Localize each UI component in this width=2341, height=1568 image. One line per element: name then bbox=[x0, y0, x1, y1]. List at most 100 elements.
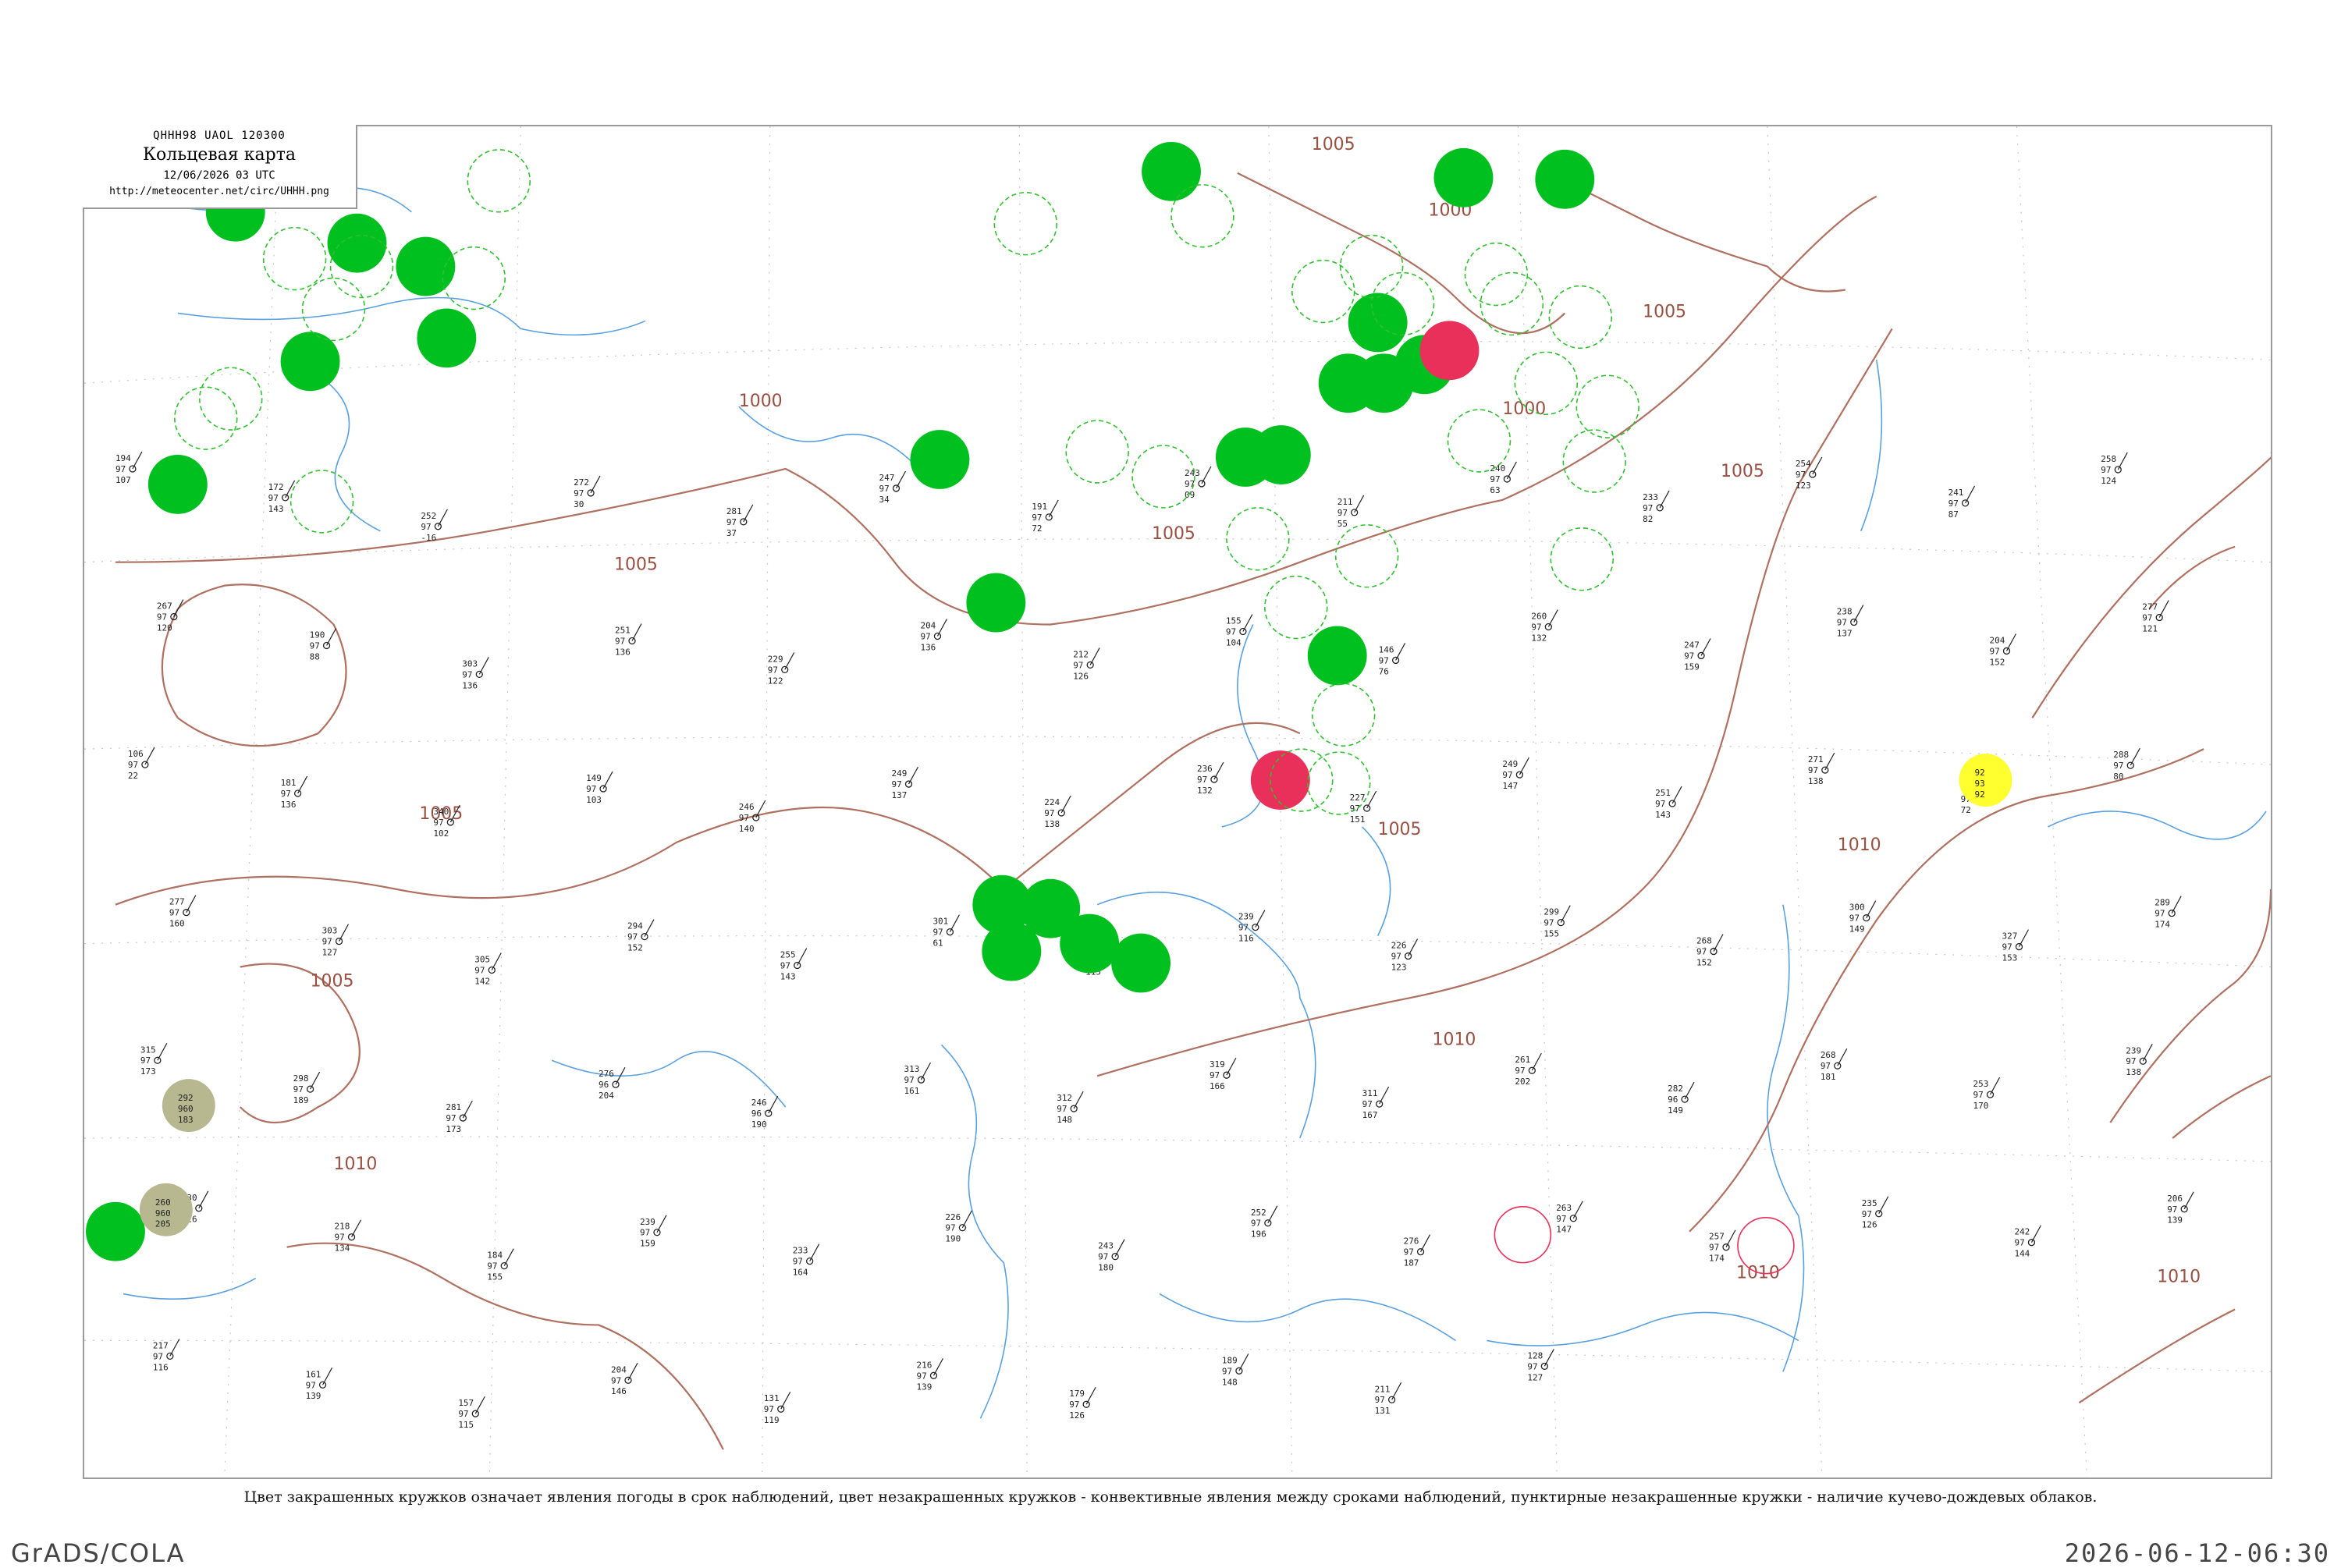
station-dewpoint: 61 bbox=[932, 938, 943, 949]
wind-barb bbox=[961, 1210, 972, 1229]
station-temperature: 277 bbox=[2142, 602, 2158, 612]
station-dewpoint: 139 bbox=[916, 1382, 932, 1392]
station-temperature: 272 bbox=[574, 477, 589, 488]
station-visibility: 97 bbox=[764, 1404, 774, 1414]
station-temperature: 267 bbox=[157, 601, 172, 612]
grid-line bbox=[1018, 126, 1028, 1478]
station-temperature: 227 bbox=[1350, 793, 1366, 803]
station-dewpoint: 107 bbox=[115, 475, 131, 485]
wind-barb bbox=[602, 771, 613, 789]
weather-circle-rain bbox=[1142, 141, 1201, 201]
station-temperature: 191 bbox=[1032, 502, 1047, 512]
station-dewpoint: 126 bbox=[1862, 1220, 1877, 1230]
weather-circle-rain bbox=[1060, 913, 1120, 974]
station-dewpoint: 137 bbox=[1837, 628, 1853, 638]
station-visibility: 97 bbox=[1709, 1243, 1719, 1253]
station-plot: 26897152 bbox=[1696, 934, 1724, 968]
wind-barb bbox=[908, 766, 919, 785]
station-plot: 22997122 bbox=[768, 652, 795, 686]
station-dewpoint: 72 bbox=[1032, 523, 1042, 534]
station-dewpoint: 124 bbox=[2101, 476, 2116, 486]
station-dewpoint: 22 bbox=[128, 771, 138, 781]
station-plot: 23597126 bbox=[1862, 1196, 1889, 1230]
cb-dashed-circle bbox=[1480, 271, 1544, 336]
station-dewpoint: 180 bbox=[1098, 1263, 1114, 1273]
station-dewpoint: 149 bbox=[1668, 1105, 1683, 1116]
station-temperature: 246 bbox=[751, 1098, 767, 1108]
station-marker bbox=[917, 1076, 925, 1084]
weather-disc bbox=[1348, 293, 1408, 353]
station-temperature: 218 bbox=[335, 1222, 350, 1232]
station-visibility: 97 bbox=[945, 1223, 955, 1233]
weather-disc bbox=[85, 1201, 145, 1261]
station-plot: 25797174 bbox=[1709, 1229, 1736, 1264]
station-visibility: 97 bbox=[1251, 1219, 1261, 1229]
station-temperature: 239 bbox=[2126, 1045, 2141, 1055]
station-visibility: 97 bbox=[335, 1233, 345, 1243]
station-plot: 25297-16 bbox=[421, 509, 448, 543]
weather-circle-rain bbox=[1111, 933, 1171, 993]
station-plot: 27697187 bbox=[1404, 1234, 1431, 1268]
station-temperature: 189 bbox=[1222, 1355, 1238, 1365]
station-dewpoint: 159 bbox=[640, 1239, 655, 1249]
weather-circle-snow_or_other: 929392 bbox=[1959, 754, 2012, 807]
station-temperature: 194 bbox=[115, 453, 131, 463]
station-dewpoint: 136 bbox=[281, 800, 297, 810]
wind-barb bbox=[1700, 638, 1711, 656]
cb-dashed-circle bbox=[1306, 751, 1371, 815]
wind-barb bbox=[1989, 1077, 2001, 1095]
cb-dashed-circle bbox=[1514, 351, 1579, 415]
station-marker bbox=[281, 494, 290, 502]
station-visibility: 97 bbox=[1821, 1061, 1831, 1071]
station-plot: 23897137 bbox=[1837, 605, 1864, 638]
cb-dashed-circle bbox=[467, 149, 531, 213]
weather-circle-rain bbox=[327, 213, 387, 273]
station-dewpoint: 143 bbox=[268, 504, 284, 514]
cb-dashed-circle bbox=[1264, 575, 1328, 640]
station-dewpoint: 147 bbox=[1556, 1225, 1572, 1235]
map-url[interactable]: http://meteocenter.net/circ/UHHH.png bbox=[83, 186, 356, 197]
station-temperature: 294 bbox=[627, 921, 643, 931]
weather-disc bbox=[1307, 626, 1367, 686]
weather-disc bbox=[147, 455, 208, 514]
weather-disc bbox=[982, 921, 1042, 981]
station-plot: 16197139 bbox=[306, 1368, 333, 1401]
wind-barb bbox=[2018, 929, 2029, 947]
station-visibility: 97 bbox=[1032, 513, 1042, 523]
isobar bbox=[115, 722, 1301, 906]
station-temperature: 239 bbox=[640, 1217, 655, 1227]
station-visibility: 97 bbox=[1643, 503, 1653, 513]
wind-barb bbox=[1547, 609, 1558, 627]
station-dewpoint: 166 bbox=[1210, 1081, 1225, 1091]
station-temperature: 226 bbox=[1391, 941, 1407, 951]
station-marker bbox=[154, 1056, 162, 1064]
isobar-label: 1010 bbox=[2157, 1268, 2201, 1287]
station-plot: 19497107 bbox=[115, 451, 143, 485]
station-temperature: 311 bbox=[1362, 1088, 1378, 1098]
station-dewpoint: 152 bbox=[1696, 958, 1712, 968]
station-plot: 31397161 bbox=[904, 1062, 931, 1096]
map-title: Кольцевая карта bbox=[142, 145, 296, 165]
station-dewpoint: 148 bbox=[1222, 1377, 1238, 1387]
station-temperature: 241 bbox=[1948, 488, 1964, 498]
station-dewpoint: 173 bbox=[446, 1124, 461, 1134]
station-visibility: 97 bbox=[1375, 1395, 1385, 1405]
station-visibility: 97 bbox=[611, 1375, 621, 1385]
station-temperature: 206 bbox=[2167, 1194, 2183, 1204]
station-plot: 2819737 bbox=[726, 504, 754, 538]
station-temperature: 260 bbox=[1531, 612, 1547, 622]
station-plot: 25297196 bbox=[1251, 1205, 1278, 1240]
weather-disc bbox=[1111, 933, 1171, 993]
station-dewpoint: 147 bbox=[1502, 781, 1518, 791]
wind-barb bbox=[1267, 1205, 1278, 1224]
station-dewpoint: 160 bbox=[169, 919, 185, 929]
station-temperature: 224 bbox=[1044, 797, 1060, 807]
station-visibility: 97 bbox=[2126, 1056, 2136, 1066]
station-plot: 18497155 bbox=[487, 1248, 514, 1282]
station-temperature: 246 bbox=[739, 802, 755, 812]
station-plot: 24997147 bbox=[1502, 757, 1529, 791]
station-temperature: 128 bbox=[1527, 1350, 1543, 1360]
station-visibility: 97 bbox=[1527, 1361, 1537, 1371]
station-visibility: 97 bbox=[1197, 775, 1207, 785]
station-temperature: 327 bbox=[2002, 931, 2017, 942]
